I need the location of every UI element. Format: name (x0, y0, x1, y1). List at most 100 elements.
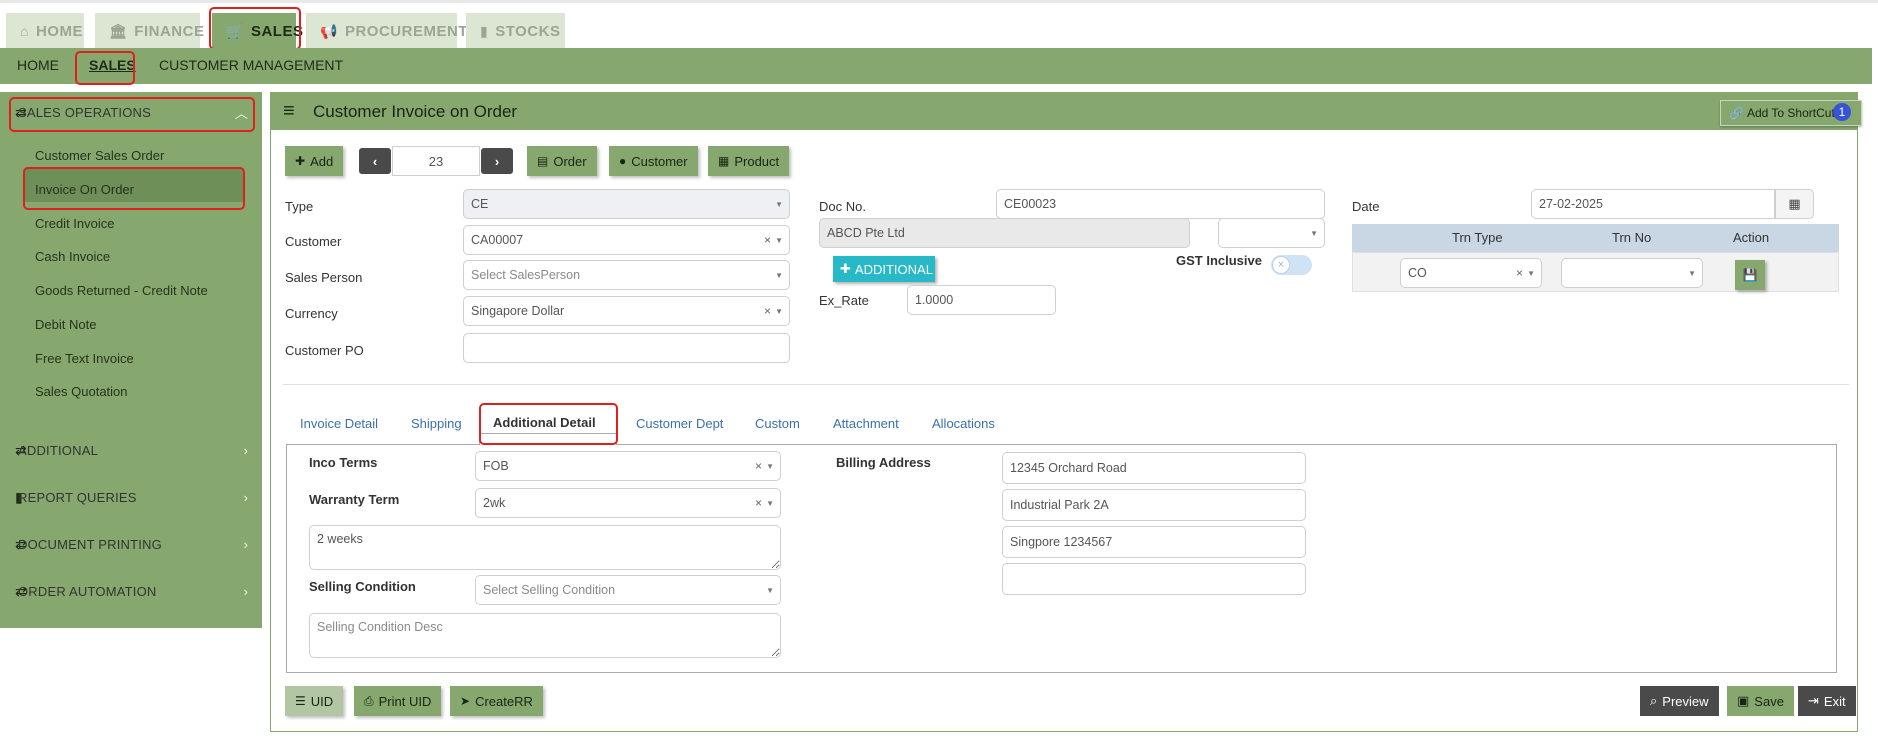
save-button-label: Save (1754, 693, 1784, 709)
print-uid-button[interactable]: ⎙ Print UID (354, 686, 442, 716)
record-number-input[interactable]: 23 (392, 146, 480, 176)
caret-down-icon: ▼ (766, 586, 774, 595)
caret-down-icon: ▼ (1310, 229, 1318, 238)
sidebar-section-report-queries[interactable]: ▮ REPORT QUERIES › (12, 482, 252, 512)
sidebar-item-free-text-invoice[interactable]: Free Text Invoice (35, 351, 134, 366)
clear-icon[interactable]: × (755, 459, 762, 473)
trn-no-select[interactable]: ▼ (1561, 258, 1703, 288)
gst-inclusive-toggle[interactable]: × (1271, 255, 1312, 275)
tab-invoice-detail[interactable]: Invoice Detail (300, 416, 378, 431)
action-header: Action (1733, 230, 1770, 245)
clear-icon[interactable]: × (764, 304, 771, 318)
billing-address-line-3[interactable]: Singpore 1234567 (1002, 526, 1306, 558)
sidebar-item-invoice-on-order[interactable]: Invoice On Order (35, 182, 134, 197)
sales-person-placeholder: Select SalesPerson (471, 268, 581, 282)
order-button[interactable]: ▤ Order (527, 146, 597, 176)
sidebar-item-sales-quotation[interactable]: Sales Quotation (35, 384, 128, 399)
next-record-button[interactable]: › (481, 148, 513, 174)
sidebar-section-order-automation[interactable]: ⇄ ORDER AUTOMATION › (12, 576, 252, 606)
tab-custom[interactable]: Custom (755, 416, 800, 431)
ex-rate-input[interactable]: 1.0000 (907, 285, 1056, 315)
sidebar-item-customer-sales-order[interactable]: Customer Sales Order (35, 148, 164, 163)
top-tab-finance[interactable]: 🏛 FINANCE (95, 13, 204, 49)
sidebar-item-cash-invoice[interactable]: Cash Invoice (35, 249, 110, 264)
top-tab-sales[interactable]: 🛒 SALES (212, 13, 303, 49)
save-button[interactable]: ▣ Save (1727, 686, 1794, 716)
top-tab-procurement[interactable]: 📢 PROCUREMENT (306, 13, 467, 49)
previous-record-button[interactable]: ‹ (359, 148, 391, 174)
add-to-shortcut-label: Add To ShortCut (1746, 106, 1835, 120)
home-icon: ⌂ (20, 23, 29, 39)
main-header: ≡ Customer Invoice on Order 🔗 Add To Sho… (271, 93, 1862, 130)
chevron-up-icon: ︿ (234, 105, 248, 121)
sidebar-item-goods-returned[interactable]: Goods Returned - Credit Note (35, 283, 208, 298)
currency-value: Singapore Dollar (471, 304, 565, 318)
customer-name-field: ABCD Pte Ltd (819, 218, 1190, 248)
product-button[interactable]: ▦ Product (708, 146, 790, 176)
uid-button[interactable]: ☰ UID (285, 686, 344, 716)
inco-terms-label: Inco Terms (309, 455, 378, 470)
sales-person-label: Sales Person (285, 270, 363, 285)
sidebar-item-credit-invoice[interactable]: Credit Invoice (35, 216, 114, 231)
grid-icon: ▦ (718, 154, 730, 168)
floppy-disk-icon: 💾 (1742, 268, 1758, 282)
order-button-label: Order (553, 153, 587, 169)
calendar-button[interactable]: ▦ (1775, 189, 1814, 219)
hamburger-menu-icon[interactable]: ≡ (283, 100, 295, 123)
send-icon: ➤ (460, 694, 471, 708)
inco-terms-select[interactable]: FOB × ▼ (475, 451, 781, 481)
billing-address-line-4[interactable] (1002, 563, 1306, 595)
main-panel: ≡ Customer Invoice on Order 🔗 Add To Sho… (270, 92, 1862, 732)
top-tab-stocks[interactable]: ▮ STOCKS (466, 13, 565, 49)
sub-nav-customer-management[interactable]: CUSTOMER MANAGEMENT (159, 57, 343, 73)
trn-type-select[interactable]: CO × ▼ (1400, 258, 1542, 288)
sub-nav-home[interactable]: HOME (17, 57, 59, 73)
create-rr-button[interactable]: ➤ CreateRR (450, 686, 543, 716)
sidebar-item-debit-note[interactable]: Debit Note (35, 317, 96, 332)
type-select[interactable]: CE ▼ (463, 189, 790, 219)
sidebar-sales-operations[interactable]: ⇄ SALES OPERATIONS ︿ (12, 97, 252, 127)
preview-button-label: Preview (1662, 693, 1709, 709)
sidebar-section-document-printing[interactable]: ⇄ DOCUMENT PRINTING › (12, 529, 252, 559)
top-tab-home[interactable]: ⌂ HOME (6, 13, 84, 49)
additional-button[interactable]: ✚ ADDITIONAL (833, 256, 935, 282)
top-tab-finance-label: FINANCE (134, 22, 205, 40)
warranty-term-select[interactable]: 2wk × ▼ (475, 488, 781, 518)
trn-save-button[interactable]: 💾 (1735, 260, 1765, 290)
tab-attachment[interactable]: Attachment (833, 416, 899, 431)
caret-down-icon: ▼ (1527, 269, 1535, 278)
sidebar-section-additional[interactable]: ⇄ ADDITIONAL › (12, 435, 252, 465)
tab-allocations[interactable]: Allocations (932, 416, 995, 431)
customer-po-input[interactable] (463, 333, 790, 363)
warranty-desc-textarea[interactable]: 2 weeks (309, 525, 781, 570)
top-module-bar: ⌂ HOME 🏛 FINANCE 🛒 SALES 📢 PROCUREMENT ▮ STOC… (0, 0, 1878, 49)
selling-condition-select[interactable]: Select Selling Condition ▼ (475, 575, 781, 605)
add-to-shortcut-button[interactable]: 🔗 Add To ShortCut 1 (1720, 100, 1862, 126)
clear-icon[interactable]: × (764, 233, 771, 247)
selling-condition-desc-textarea[interactable] (309, 613, 781, 658)
add-button[interactable]: ✚ Add (285, 146, 344, 176)
preview-button[interactable]: ⌕ Preview (1640, 686, 1719, 716)
tab-customer-dept[interactable]: Customer Dept (636, 416, 723, 431)
doc-no-input[interactable]: CE00023 (996, 189, 1325, 219)
tab-additional-detail[interactable]: Additional Detail (493, 415, 596, 430)
billing-address-line-2[interactable]: Industrial Park 2A (1002, 489, 1306, 521)
exit-button[interactable]: ⇥ Exit (1798, 686, 1856, 716)
customer-select[interactable]: CA00007 × ▼ (463, 225, 790, 255)
customer-po-label: Customer PO (285, 343, 364, 358)
currency-select[interactable]: Singapore Dollar × ▼ (463, 296, 790, 326)
customer-button[interactable]: ● Customer (609, 146, 698, 176)
clear-icon[interactable]: × (755, 496, 762, 510)
user-icon: ● (619, 154, 627, 168)
date-input[interactable]: 27-02-2025 (1531, 189, 1775, 219)
tab-shipping[interactable]: Shipping (411, 416, 462, 431)
customer-extra-select[interactable]: ▼ (1218, 218, 1325, 248)
warranty-term-value: 2wk (483, 496, 506, 510)
billing-address-line-1[interactable]: 12345 Orchard Road (1002, 452, 1306, 484)
billing-address-label: Billing Address (836, 455, 931, 470)
sub-nav-sales[interactable]: SALES (89, 57, 136, 73)
clear-icon[interactable]: × (1516, 266, 1523, 280)
shortcut-count-badge: 1 (1833, 103, 1851, 121)
chevron-left-icon: ‹ (372, 153, 378, 169)
sales-person-select[interactable]: Select SalesPerson ▼ (463, 260, 790, 290)
